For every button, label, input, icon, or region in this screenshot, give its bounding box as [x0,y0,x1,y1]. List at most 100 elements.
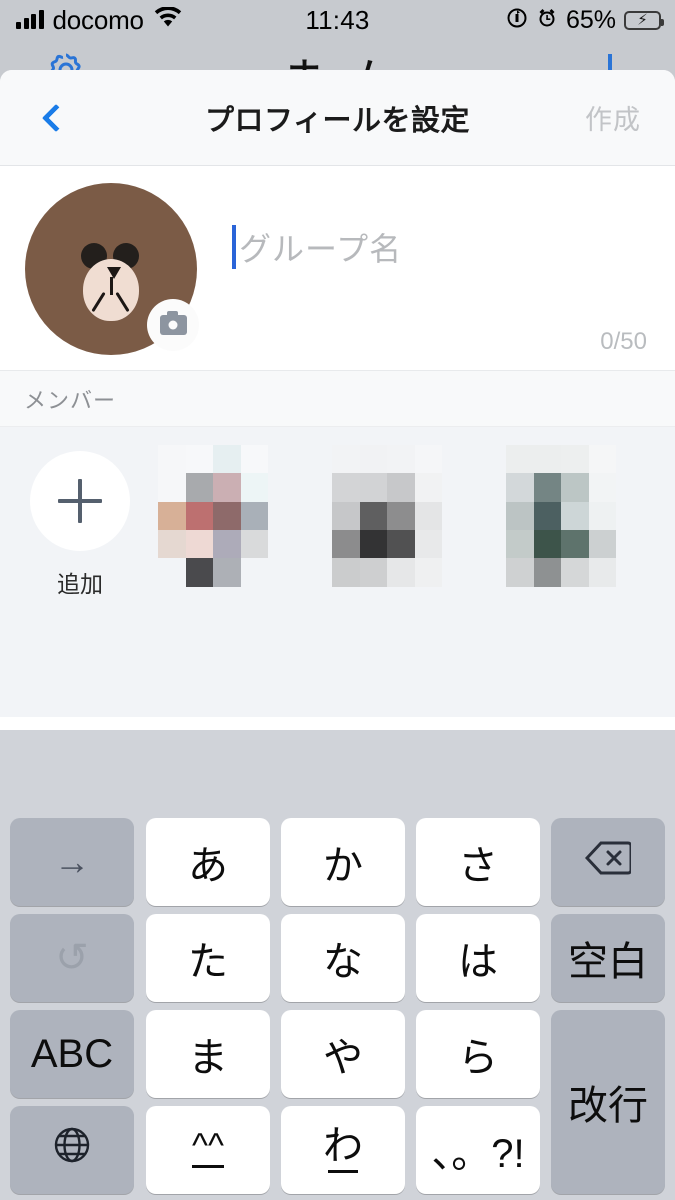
mosaic-tile [533,501,561,530]
key-ta-row[interactable]: た [146,914,270,1002]
key-label: 空白 [568,940,648,984]
battery-charging-icon: ⚡ [624,10,664,30]
key-ha-row[interactable]: は [416,914,540,1002]
mosaic-tile [561,501,589,530]
mosaic-tile [332,473,360,502]
mosaic-tile [414,445,442,474]
key-label: 改行 [568,1084,648,1128]
member-avatar-1[interactable] [158,445,268,615]
key-backspace[interactable] [551,818,665,906]
mosaic-tile [158,558,186,587]
add-member-label: 追加 [57,571,103,597]
key-sa-row[interactable]: さ [416,818,540,906]
key-undo[interactable]: ↺ [10,914,134,1002]
mosaic-tile [561,558,589,587]
bear-mouth-line [110,277,113,295]
mosaic-tile [506,445,534,474]
key-abc-mode[interactable]: ABC [10,1010,134,1098]
group-name-placeholder: グループ名 [239,231,403,267]
mosaic-tile [387,530,415,559]
mosaic-tile [533,445,561,474]
key-ka-row[interactable]: か [281,818,405,906]
mosaic-tile [506,501,534,530]
profile-row: グループ名 0/50 [0,166,675,371]
key-ma-row[interactable]: ま [146,1010,270,1098]
key-label: ら [458,1036,498,1080]
mosaic-tile [213,558,241,587]
key-label: は [458,940,498,984]
mosaic-tile [213,473,241,502]
undo-icon: ↺ [55,936,89,980]
key-label: わ [323,1126,363,1173]
mosaic-tile [213,445,241,474]
key-a-row[interactable]: あ [146,818,270,906]
mosaic-tile [185,558,213,587]
mosaic-tile [414,473,442,502]
key-na-row[interactable]: な [281,914,405,1002]
key-globe[interactable] [10,1106,134,1194]
battery-percent-label: 65% [565,5,616,34]
mosaic-tile [588,501,616,530]
key-punctuation[interactable]: 、。?! [416,1106,540,1194]
mosaic-tile [533,530,561,559]
mosaic-tile [332,501,360,530]
mosaic-tile [387,558,415,587]
key-label: ま [188,1036,228,1080]
cursor-right-icon: → [54,841,90,882]
mosaic-tile [588,558,616,587]
add-member-button[interactable]: 追加 [30,451,130,599]
mosaic-tile [240,586,268,615]
plus-icon [30,451,130,551]
mosaic-tile [359,530,387,559]
key-label: さ [458,844,498,888]
mosaic-tile [158,445,186,474]
key-ya-row[interactable]: や [281,1010,405,1098]
member-avatar-2[interactable] [332,445,442,615]
mosaic-tile [588,530,616,559]
japanese-keyboard: → あ か さ ↺ た な は 空白 ABC ま や ら改行 ^^ わ 、。?! [0,730,675,1200]
key-cursor-right[interactable]: → [10,818,134,906]
phone-screen: docomo 11:43 65% ⚡ ホーム [0,0,675,1200]
create-button[interactable]: 作成 [585,98,641,137]
mosaic-tile [506,530,534,559]
mosaic-tile [561,445,589,474]
mosaic-tile [387,473,415,502]
mosaic-tile [240,445,268,474]
page-title: プロフィールを設定 [205,104,470,137]
members-section-header: メンバー [0,371,675,427]
mosaic-tile [387,501,415,530]
mosaic-tile [213,501,241,530]
key-space[interactable]: 空白 [551,914,665,1002]
key-label: 、。?! [431,1132,525,1176]
member-avatar-3[interactable] [506,445,616,615]
avatar-picker[interactable] [25,183,199,355]
group-name-input[interactable]: グループ名 [232,224,402,270]
key-ra-row[interactable]: ら [416,1010,540,1098]
members-label: メンバー [24,387,117,413]
key-label: あ [188,844,228,888]
mosaic-tile [387,586,415,615]
mosaic-tile [533,558,561,587]
mosaic-tile [158,530,186,559]
key-kaomoji[interactable]: ^^ [146,1106,270,1194]
key-label: や [323,1036,363,1080]
key-wa-row[interactable]: わ [281,1106,405,1194]
mosaic-tile [359,558,387,587]
mosaic-tile [332,445,360,474]
mosaic-tile [359,473,387,502]
mosaic-tile [414,530,442,559]
mosaic-tile [359,445,387,474]
mosaic-tile [185,473,213,502]
mosaic-tile [414,501,442,530]
key-label: ^^ [192,1129,224,1168]
status-bar: docomo 11:43 65% ⚡ [0,0,675,40]
mosaic-tile [240,558,268,587]
mosaic-tile [506,473,534,502]
key-return[interactable]: 改行 [551,1010,665,1194]
mosaic-tile [332,586,360,615]
member-avatar-strip [158,445,616,615]
alarm-icon [536,7,558,34]
camera-badge-button[interactable] [147,299,199,351]
key-label: な [323,940,363,984]
predictive-text-bar[interactable] [0,730,675,810]
